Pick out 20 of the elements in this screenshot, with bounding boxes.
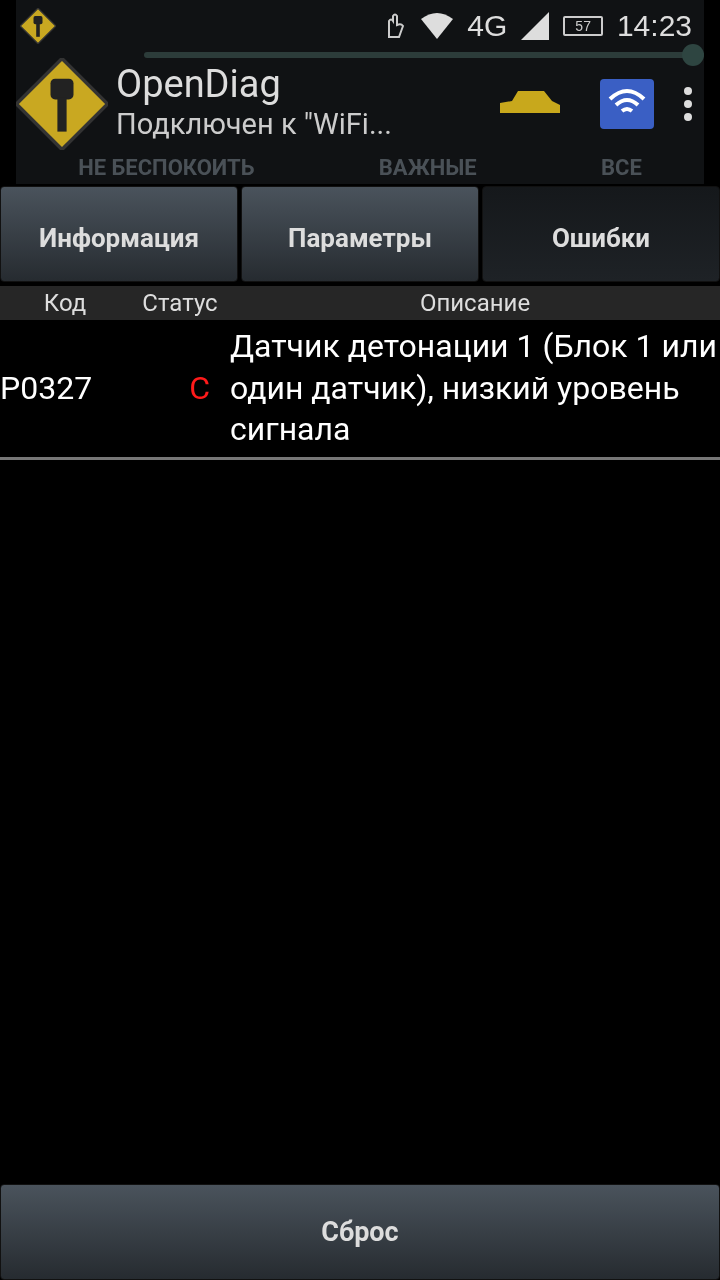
error-code: P0327: [0, 367, 94, 409]
reset-button[interactable]: Сброс: [0, 1184, 720, 1280]
error-description: Датчик детонации 1 (Блок 1 или один датчик), низкий уровень сигнала: [230, 326, 718, 451]
wifi-adapter-icon[interactable]: [600, 79, 654, 129]
network-type: 4G: [467, 9, 508, 43]
volume-slider[interactable]: [144, 44, 704, 66]
tab[interactable]: Ошибки: [482, 186, 720, 282]
signal-icon: [521, 12, 550, 40]
wifi-icon: [421, 13, 454, 39]
column-header: Описание: [418, 289, 532, 317]
column-header: Код: [42, 289, 88, 317]
connection-status: Подключен к "WiFi...: [116, 106, 393, 144]
battery-icon: 57: [563, 16, 603, 36]
app-title: OpenDiag: [116, 64, 282, 107]
tab[interactable]: Параметры: [241, 186, 479, 282]
column-header: Статус: [141, 289, 219, 317]
clock-time: 14:23: [616, 9, 692, 43]
tab[interactable]: Информация: [0, 186, 238, 282]
menu-icon[interactable]: [682, 86, 694, 122]
error-status: C: [188, 367, 211, 409]
